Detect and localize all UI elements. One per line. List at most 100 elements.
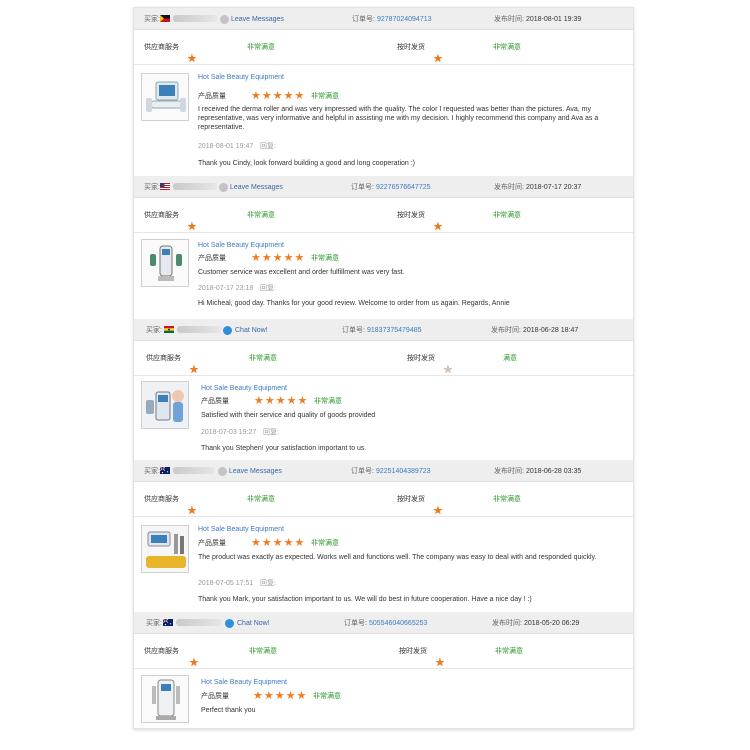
reply-time: 2018-07-17 23:18 bbox=[198, 285, 254, 292]
star-filled-icon: ★ bbox=[283, 90, 294, 102]
buyer-label: 买家: bbox=[144, 184, 160, 191]
rating-row: 供应商服务 ★ ★ ★ ★ ★ 非常满意 按时发货 ★ ★ ★ ★ ★ 满意 bbox=[134, 341, 633, 376]
review-body: Hot Sale Beauty Equipment 产品质量 ★ ★ ★ ★ ★ 非常满… bbox=[140, 233, 629, 319]
product-thumbnail[interactable] bbox=[141, 381, 189, 429]
flag-icon bbox=[160, 183, 170, 190]
product-quality-label: 产品质量 bbox=[198, 93, 226, 100]
supplier-service-label: 供应商服务 bbox=[144, 648, 179, 655]
review-list-panel: 买家: Leave Messages 订单号: 92787024094713 发… bbox=[133, 7, 634, 729]
review-body: Hot Sale Beauty Equipment 产品质量 ★ ★ ★ ★ ★ 非常满… bbox=[140, 669, 629, 729]
review-card: 买家: Leave Messages 订单号: 92251404389723 发… bbox=[134, 460, 633, 612]
flag-icon bbox=[160, 15, 170, 22]
review-body: Hot Sale Beauty Equipment 产品质量 ★ ★ ★ ★ ★ 非常满… bbox=[140, 376, 629, 460]
order-number-link[interactable]: 92787024094713 bbox=[377, 15, 432, 24]
review-header: 买家: Leave Messages 订单号: 92787024094713 发… bbox=[134, 8, 633, 30]
published-time: 2018-07-17 20:37 bbox=[526, 184, 582, 191]
published-label: 发布时间: bbox=[491, 327, 521, 334]
star-filled-icon: ★ bbox=[272, 252, 283, 264]
rating-row: 供应商服务 ★ ★ ★ ★ ★ 非常满意 按时发货 ★ ★ ★ ★ ★ 非常满意 bbox=[134, 198, 633, 233]
star-filled-icon: ★ bbox=[274, 690, 285, 702]
product-title-link[interactable]: Hot Sale Beauty Equipment bbox=[201, 678, 287, 687]
review-text: The product was exactly as expected. Wor… bbox=[198, 554, 597, 561]
quality-rating-text: 非常满意 bbox=[314, 398, 342, 405]
product-title-link[interactable]: Hot Sale Beauty Equipment bbox=[198, 73, 284, 82]
rating-row: 供应商服务 ★ ★ ★ ★ ★ 非常满意 按时发货 ★ ★ ★ ★ ★ 非常满意 bbox=[134, 482, 633, 517]
star-filled-icon: ★ bbox=[433, 53, 443, 65]
product-title-link[interactable]: Hot Sale Beauty Equipment bbox=[198, 241, 284, 250]
leave-messages-link[interactable]: Leave Messages bbox=[230, 183, 283, 192]
product-thumbnail[interactable] bbox=[141, 525, 189, 573]
reply-text: Thank you Mark, your satisfaction import… bbox=[198, 596, 532, 603]
product-thumbnail[interactable] bbox=[141, 73, 189, 121]
published-label: 发布时间: bbox=[492, 620, 522, 627]
product-thumbnail[interactable] bbox=[141, 239, 189, 287]
product-thumbnail[interactable] bbox=[141, 675, 189, 723]
star-filled-icon: ★ bbox=[263, 690, 274, 702]
chat-now-link[interactable]: Chat Now! bbox=[237, 619, 270, 628]
published-label: 发布时间: bbox=[494, 184, 524, 191]
star-filled-icon: ★ bbox=[275, 395, 286, 407]
star-filled-icon: ★ bbox=[254, 395, 264, 407]
supplier-rating-text: 非常满意 bbox=[249, 355, 277, 362]
review-text: Satisfied with their service and quality… bbox=[201, 412, 376, 419]
chat-now-link[interactable]: Chat Now! bbox=[235, 326, 268, 335]
review-card: 买家: Chat Now! 订单号: 91837375479485 发布时间: … bbox=[134, 319, 633, 460]
star-filled-icon: ★ bbox=[261, 252, 272, 264]
buyer-name-redacted bbox=[177, 326, 221, 333]
star-filled-icon: ★ bbox=[187, 505, 197, 517]
buyer-name-redacted bbox=[173, 15, 217, 22]
rating-row: 供应商服务 ★ ★ ★ ★ ★ 非常满意 按时发货 ★ ★ ★ ★ ★ 非常满意 bbox=[134, 30, 633, 65]
product-quality-label: 产品质量 bbox=[201, 693, 229, 700]
delivery-label: 按时发货 bbox=[397, 496, 425, 503]
review-header: 买家: Leave Messages 订单号: 92251404389723 发… bbox=[134, 460, 633, 482]
star-filled-icon: ★ bbox=[433, 505, 443, 517]
review-header: 买家: Chat Now! 订单号: 505546040665253 发布时间:… bbox=[134, 612, 633, 634]
reply-time: 2018-07-05 17:51 bbox=[198, 580, 254, 587]
order-number-link[interactable]: 91837375479485 bbox=[367, 326, 422, 335]
product-quality-label: 产品质量 bbox=[198, 255, 226, 262]
star-filled-icon: ★ bbox=[283, 252, 294, 264]
flag-icon bbox=[160, 467, 170, 474]
order-number-link[interactable]: 92276576647725 bbox=[376, 183, 431, 192]
reply-label: 回复: bbox=[260, 285, 276, 292]
supplier-rating-text: 非常满意 bbox=[249, 648, 277, 655]
product-title-link[interactable]: Hot Sale Beauty Equipment bbox=[201, 384, 287, 393]
star-filled-icon: ★ bbox=[285, 690, 296, 702]
reply-time: 2018-07-03 19:27 bbox=[201, 429, 257, 436]
star-filled-icon: ★ bbox=[187, 221, 197, 233]
review-card: 买家: Leave Messages 订单号: 92787024094713 发… bbox=[134, 8, 633, 168]
leave-messages-link[interactable]: Leave Messages bbox=[231, 15, 284, 24]
supplier-rating-text: 非常满意 bbox=[247, 496, 275, 503]
buyer-name-redacted bbox=[173, 183, 217, 190]
star-filled-icon: ★ bbox=[272, 537, 283, 549]
reply-label: 回复: bbox=[260, 143, 276, 150]
leave-messages-link[interactable]: Leave Messages bbox=[229, 467, 282, 476]
reply-time: 2018-08-01 19:47 bbox=[198, 143, 254, 150]
star-filled-icon: ★ bbox=[296, 690, 307, 702]
review-text: Customer service was excellent and order… bbox=[198, 269, 405, 276]
star-filled-icon: ★ bbox=[251, 537, 261, 549]
blue-chat-icon bbox=[223, 326, 232, 335]
order-number-link[interactable]: 92251404389723 bbox=[376, 467, 431, 476]
product-image bbox=[142, 382, 188, 428]
star-filled-icon: ★ bbox=[433, 221, 443, 233]
star-filled-icon: ★ bbox=[286, 395, 297, 407]
quality-rating-text: 非常满意 bbox=[311, 93, 339, 100]
review-text: Perfect thank you bbox=[201, 707, 256, 714]
grey-circle-icon bbox=[220, 15, 229, 24]
supplier-service-label: 供应商服务 bbox=[146, 355, 181, 362]
star-filled-icon: ★ bbox=[297, 395, 308, 407]
review-header: 买家: Chat Now! 订单号: 91837375479485 发布时间: … bbox=[134, 319, 633, 341]
order-label: 订单号: bbox=[351, 468, 374, 475]
star-filled-icon: ★ bbox=[261, 537, 272, 549]
quality-rating-text: 非常满意 bbox=[313, 693, 341, 700]
delivery-rating-text: 非常满意 bbox=[493, 44, 521, 51]
product-title-link[interactable]: Hot Sale Beauty Equipment bbox=[198, 525, 284, 534]
order-number-link[interactable]: 505546040665253 bbox=[369, 619, 427, 628]
review-header: 买家: Leave Messages 订单号: 92276576647725 发… bbox=[134, 176, 633, 198]
product-image bbox=[142, 526, 188, 572]
reply-label: 回复: bbox=[263, 429, 279, 436]
delivery-label: 按时发货 bbox=[397, 44, 425, 51]
grey-circle-icon bbox=[218, 467, 227, 476]
buyer-name-redacted bbox=[176, 619, 222, 626]
